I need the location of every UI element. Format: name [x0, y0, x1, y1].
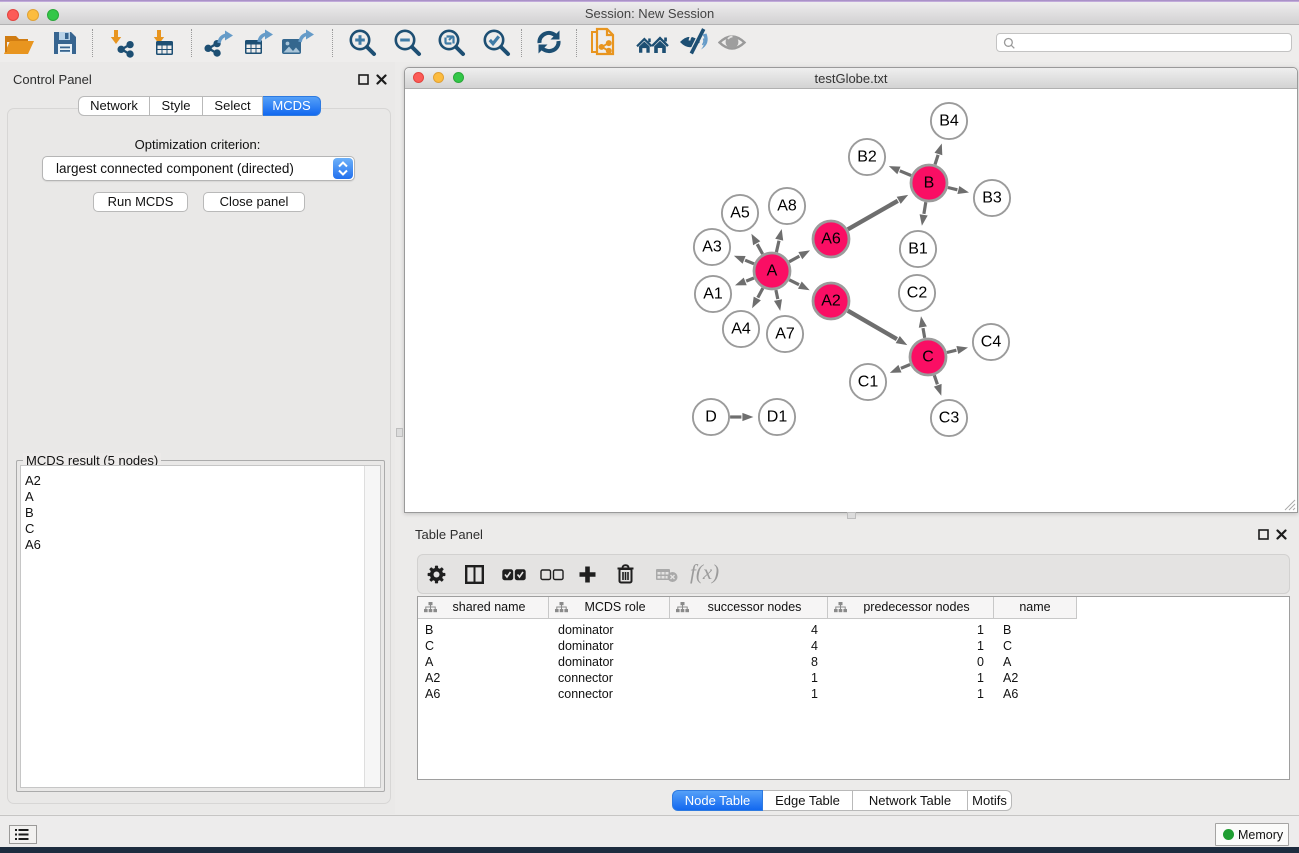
svg-text:A: A — [767, 263, 778, 280]
svg-text:C4: C4 — [981, 334, 1002, 351]
svg-text:D: D — [705, 409, 717, 426]
svg-text:C3: C3 — [939, 410, 960, 427]
svg-text:B: B — [924, 175, 935, 192]
svg-text:A7: A7 — [775, 326, 795, 343]
svg-text:A4: A4 — [731, 321, 751, 338]
svg-text:D1: D1 — [767, 409, 788, 426]
svg-text:B4: B4 — [939, 113, 959, 130]
svg-text:C1: C1 — [858, 374, 879, 391]
svg-text:C: C — [922, 349, 934, 366]
svg-text:A1: A1 — [703, 286, 723, 303]
svg-text:C2: C2 — [907, 285, 928, 302]
svg-text:B1: B1 — [908, 241, 928, 258]
svg-text:A6: A6 — [821, 231, 841, 248]
svg-text:B3: B3 — [982, 190, 1002, 207]
svg-text:A5: A5 — [730, 205, 750, 222]
svg-text:A3: A3 — [702, 239, 722, 256]
svg-text:B2: B2 — [857, 149, 877, 166]
svg-text:A2: A2 — [821, 293, 841, 310]
svg-text:A8: A8 — [777, 198, 797, 215]
